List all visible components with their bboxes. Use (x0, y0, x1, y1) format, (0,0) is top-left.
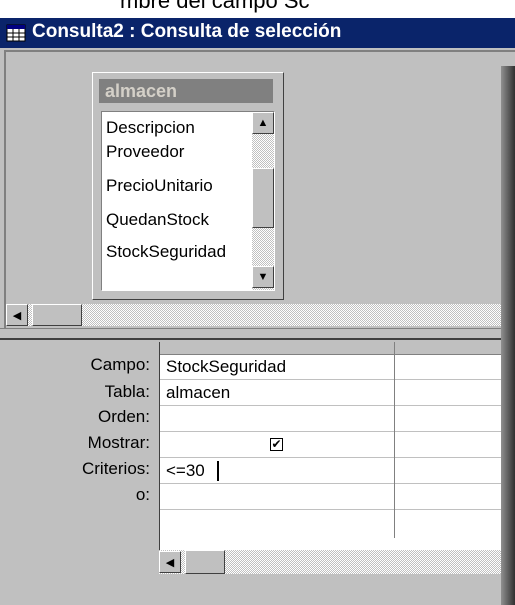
grid-cell-o-1[interactable] (160, 484, 394, 510)
grid-scroll-left-arrow-icon: ◀ (165, 556, 175, 569)
field-item-proveedor[interactable]: Proveedor (106, 142, 254, 162)
grid-cell-tabla-2[interactable] (395, 380, 515, 406)
grid-cell-o-2[interactable] (395, 484, 515, 510)
query-grid-icon (6, 24, 26, 42)
design-grid-pane: Campo: Tabla: Orden: Mostrar: Criterios:… (0, 342, 515, 605)
window-right-edge (501, 66, 515, 605)
grid-cell-criterios-2[interactable] (395, 458, 515, 484)
top-caption-text: mbre del campo Sc (120, 0, 310, 13)
text-caret (217, 461, 219, 481)
row-label-o: o: (135, 485, 150, 504)
grid-cell-orden-1[interactable] (160, 406, 394, 432)
table-name-title[interactable]: almacen (99, 79, 273, 103)
scroll-up-arrow-icon: ▲ (257, 117, 269, 129)
grid-cell-mostrar-2[interactable] (395, 432, 515, 458)
field-item-quedanstock[interactable]: QuedanStock (106, 210, 254, 230)
table-area-pane[interactable]: almacen Descripcion Proveedor PrecioUnit… (4, 50, 515, 328)
scroll-left-button[interactable]: ◀ (6, 304, 28, 326)
column-separator[interactable] (394, 342, 395, 538)
grid-cell-campo-2[interactable] (395, 354, 515, 380)
checkmark-icon: ✔ (271, 437, 282, 451)
field-item-descripcion[interactable]: Descripcion (106, 118, 254, 138)
row-label-criterios: Criterios: (81, 459, 150, 478)
title-bar[interactable]: Consulta2 : Consulta de selección (0, 18, 515, 48)
grid-cell-tabla-1[interactable]: almacen (160, 380, 394, 406)
grid-cell-campo-1[interactable]: StockSeguridad (160, 354, 394, 380)
field-list-scroll-thumb[interactable] (252, 168, 274, 228)
top-caption-strip: mbre del campo Sc (0, 0, 515, 18)
table-field-list-window[interactable]: almacen Descripcion Proveedor PrecioUnit… (92, 72, 284, 300)
scroll-down-button[interactable]: ▼ (252, 266, 274, 288)
scroll-down-arrow-icon: ▼ (257, 271, 269, 283)
grid-cell-criterios-1[interactable]: <=30 (160, 458, 394, 484)
design-grid: StockSeguridad almacen ✔ <=30 (159, 342, 515, 550)
row-label-campo: Campo: (90, 355, 150, 374)
pane-splitter[interactable] (0, 328, 515, 340)
scroll-left-arrow-icon: ◀ (12, 309, 22, 322)
field-list[interactable]: Descripcion Proveedor PrecioUnitario Que… (101, 111, 275, 291)
row-label-mostrar: Mostrar: (87, 433, 150, 452)
field-item-stockseguridad[interactable]: StockSeguridad (106, 242, 254, 262)
field-list-scrollbar[interactable]: ▲ ▼ (252, 112, 274, 290)
grid-scroll-left-button[interactable]: ◀ (159, 551, 181, 573)
scroll-up-button[interactable]: ▲ (252, 112, 274, 134)
criteria-text-1: <=30 (166, 461, 205, 480)
field-item-preciounitario[interactable]: PrecioUnitario (106, 176, 254, 196)
table-area-hscroll-thumb[interactable] (32, 304, 82, 326)
design-grid-hscroll-thumb[interactable] (185, 550, 225, 574)
grid-cell-mostrar-1[interactable]: ✔ (160, 432, 394, 458)
design-grid-hscrollbar[interactable]: ◀ (159, 550, 515, 574)
query-window: Consulta2 : Consulta de selección almace… (0, 18, 515, 605)
row-label-tabla: Tabla: (104, 382, 150, 401)
window-title: Consulta2 : Consulta de selección (32, 21, 342, 42)
table-area-hscrollbar[interactable]: ◀ (6, 304, 515, 326)
row-label-orden: Orden: (98, 407, 150, 426)
grid-cell-orden-2[interactable] (395, 406, 515, 432)
show-checkbox-1[interactable]: ✔ (270, 438, 283, 451)
